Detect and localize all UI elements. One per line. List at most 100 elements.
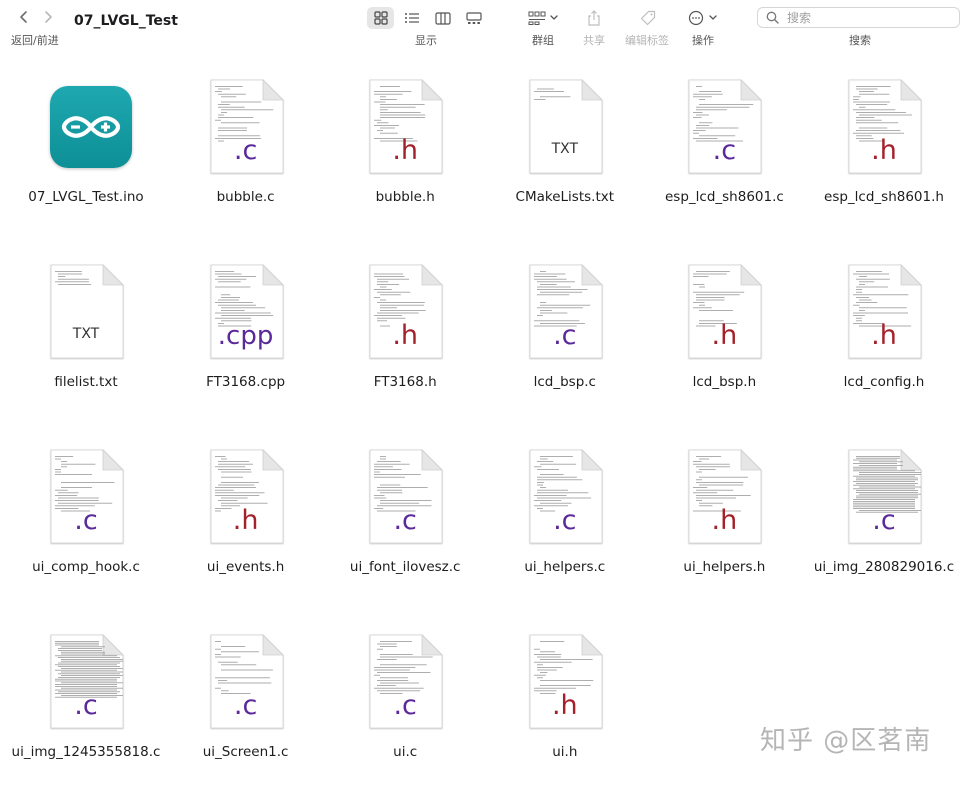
share-icon (588, 10, 600, 26)
file-item[interactable]: .c bubble.c (166, 60, 326, 240)
file-name: ui_comp_hook.c (32, 559, 140, 575)
document-icon: .h (845, 78, 923, 176)
file-extension-label: .c (233, 135, 258, 166)
arduino-app-icon (50, 86, 132, 168)
file-name: ui_img_280829016.c (813, 559, 955, 575)
file-item[interactable]: .cpp FT3168.cpp (166, 245, 326, 425)
group-icon (528, 11, 558, 25)
file-item[interactable]: .h bubble.h (325, 60, 485, 240)
file-extension-label: TXT (551, 141, 579, 157)
file-item[interactable]: .h ui_events.h (166, 430, 326, 610)
file-item[interactable]: .c ui_helpers.c (485, 430, 645, 610)
file-name: CMakeLists.txt (515, 189, 615, 205)
file-extension-label: .h (871, 135, 897, 166)
document-icon: .h (685, 263, 763, 361)
search-field[interactable] (757, 7, 960, 28)
search-label: 搜索 (849, 34, 871, 47)
action-button[interactable] (687, 7, 721, 29)
file-extension-label: .c (553, 505, 577, 536)
file-item[interactable]: .h ui.h (485, 615, 645, 795)
file-extension-label: .c (712, 135, 737, 166)
list-icon (404, 13, 419, 23)
file-extension-label: .h (551, 690, 578, 721)
file-item[interactable]: .h esp_lcd_sh8601.h (804, 60, 964, 240)
document-icon: .c (207, 633, 285, 731)
file-item[interactable]: .c ui_font_ilovesz.c (325, 430, 485, 610)
column-view-button[interactable] (429, 7, 456, 29)
gallery-icon (465, 11, 482, 24)
file-extension-label: .c (872, 505, 896, 536)
chevron-left-icon (20, 11, 27, 23)
file-extension-label: .h (232, 505, 259, 536)
file-name: ui_font_ilovesz.c (349, 559, 461, 575)
search-input[interactable] (785, 9, 949, 26)
more-actions-icon (688, 10, 717, 26)
columns-icon (434, 11, 451, 25)
document-icon: .h (366, 263, 444, 361)
file-name: bubble.c (216, 189, 275, 205)
list-view-button[interactable] (398, 7, 425, 29)
file-extension-label: .c (393, 505, 417, 536)
file-name: ui_Screen1.c (202, 744, 289, 760)
file-name: lcd_config.h (843, 374, 925, 390)
file-extension-label: .h (392, 135, 419, 166)
document-icon: TXT (526, 78, 604, 176)
file-item[interactable]: .c ui_img_1245355818.c (6, 615, 166, 795)
file-name: ui_helpers.h (683, 559, 766, 575)
file-item[interactable]: .c ui_Screen1.c (166, 615, 326, 795)
file-item[interactable]: 07_LVGL_Test.ino (6, 60, 166, 240)
document-icon: .c (47, 633, 125, 731)
file-extension-label: .h (392, 320, 419, 351)
arduino-sketch-icon (47, 78, 132, 176)
document-icon: .c (366, 448, 444, 546)
file-extension-label: .c (74, 690, 98, 721)
file-extension-label: .h (871, 320, 897, 351)
search-icon (766, 11, 779, 24)
window-title: 07_LVGL_Test (74, 13, 178, 29)
file-item[interactable]: .c ui.c (325, 615, 485, 795)
file-item[interactable]: .c lcd_bsp.c (485, 245, 645, 425)
file-name: filelist.txt (54, 374, 118, 390)
icon-view-button[interactable] (367, 7, 394, 29)
chevron-right-icon (45, 11, 52, 23)
document-icon: .h (845, 263, 923, 361)
document-icon: .c (47, 448, 125, 546)
file-item[interactable]: TXT CMakeLists.txt (485, 60, 645, 240)
file-item[interactable]: .h lcd_config.h (804, 245, 964, 425)
document-icon: .h (366, 78, 444, 176)
back-button[interactable] (15, 8, 33, 26)
file-item[interactable]: TXT filelist.txt (6, 245, 166, 425)
file-extension-label: .cpp (217, 321, 274, 351)
file-name: ui_img_1245355818.c (11, 744, 161, 760)
file-item[interactable]: .h lcd_bsp.h (644, 245, 804, 425)
file-extension-label: .c (233, 690, 258, 721)
nav-label: 返回/前进 (11, 34, 59, 47)
file-name: ui_helpers.c (524, 559, 606, 575)
document-icon: .h (526, 633, 604, 731)
forward-button[interactable] (39, 8, 57, 26)
document-icon: TXT (47, 263, 125, 361)
file-item[interactable]: .h ui_helpers.h (644, 430, 804, 610)
document-icon: .h (685, 448, 763, 546)
view-label: 显示 (415, 34, 437, 47)
document-icon: .h (207, 448, 285, 546)
file-name: lcd_bsp.h (692, 374, 757, 390)
gallery-view-button[interactable] (460, 7, 487, 29)
group-button[interactable] (527, 7, 561, 29)
action-label: 操作 (692, 34, 714, 47)
tag-icon (640, 10, 656, 26)
share-button[interactable] (584, 7, 604, 29)
document-icon: .c (526, 448, 604, 546)
watermark-text: 知乎 @区茗南 (760, 726, 932, 756)
file-name: esp_lcd_sh8601.h (824, 189, 944, 205)
edit-tags-button[interactable] (638, 7, 658, 29)
grid-icon (373, 11, 388, 25)
file-extension-label: .c (553, 320, 577, 351)
document-icon: .c (685, 78, 763, 176)
file-item[interactable]: .c esp_lcd_sh8601.c (644, 60, 804, 240)
file-item[interactable]: .c ui_comp_hook.c (6, 430, 166, 610)
document-icon: .c (366, 633, 444, 731)
file-item[interactable]: .c ui_img_280829016.c (804, 430, 964, 610)
file-grid: 07_LVGL_Test.ino .c bubble.c .h bubble.h TXT C… (0, 60, 966, 777)
file-item[interactable]: .h FT3168.h (325, 245, 485, 425)
